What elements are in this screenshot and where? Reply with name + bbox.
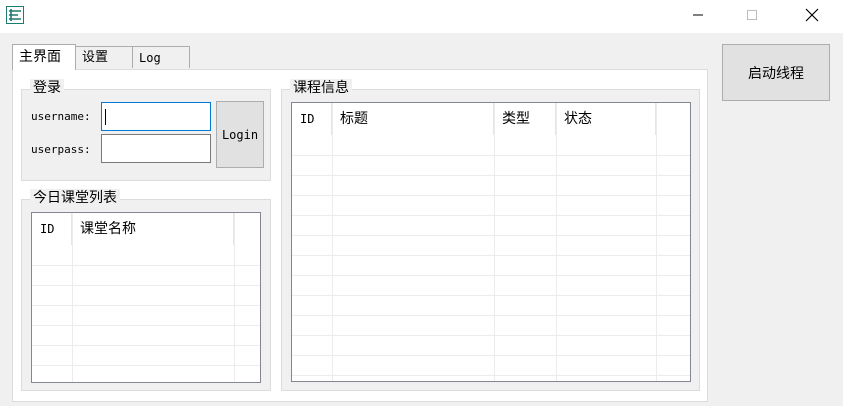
tab-log[interactable]: Log [132, 46, 190, 68]
title-bar [0, 0, 843, 33]
tab-settings[interactable]: 设置 [75, 46, 133, 68]
course-info-grid[interactable]: ID 标题 类型 状态 [291, 102, 691, 382]
maximize-button[interactable] [729, 0, 775, 33]
maximize-icon [746, 9, 758, 25]
close-icon [805, 8, 819, 26]
column-header-status[interactable]: 状态 [556, 103, 656, 135]
column-header-id[interactable]: ID [32, 213, 72, 245]
close-button[interactable] [789, 0, 835, 33]
userpass-label: userpass: [31, 143, 91, 156]
tab-main-label: 主界面 [19, 49, 61, 65]
today-list-group-label: 今日课堂列表 [30, 189, 120, 207]
course-info-group-label: 课程信息 [290, 79, 352, 97]
start-thread-button[interactable]: 启动线程 [722, 44, 830, 101]
tab-log-label: Log [139, 51, 161, 65]
start-thread-button-label: 启动线程 [748, 65, 804, 82]
login-button-label: Login [221, 127, 259, 142]
app-logo-icon [6, 6, 24, 24]
text-caret [105, 109, 106, 125]
column-header-class-name[interactable]: 课堂名称 [72, 213, 234, 245]
column-header-id[interactable]: ID [292, 103, 332, 135]
tab-main[interactable]: 主界面 [12, 44, 76, 70]
column-header-title[interactable]: 标题 [332, 103, 494, 135]
today-list-grid[interactable]: ID 课堂名称 [31, 212, 261, 383]
minimize-button[interactable] [675, 0, 721, 33]
username-input[interactable] [101, 102, 211, 131]
minimize-icon [692, 9, 704, 25]
tab-settings-label: 设置 [82, 50, 109, 65]
column-header-type[interactable]: 类型 [494, 103, 556, 135]
login-group-label: 登录 [30, 79, 64, 97]
userpass-input[interactable] [101, 134, 211, 163]
login-button[interactable]: Login [216, 101, 264, 168]
username-label: username: [31, 110, 91, 123]
